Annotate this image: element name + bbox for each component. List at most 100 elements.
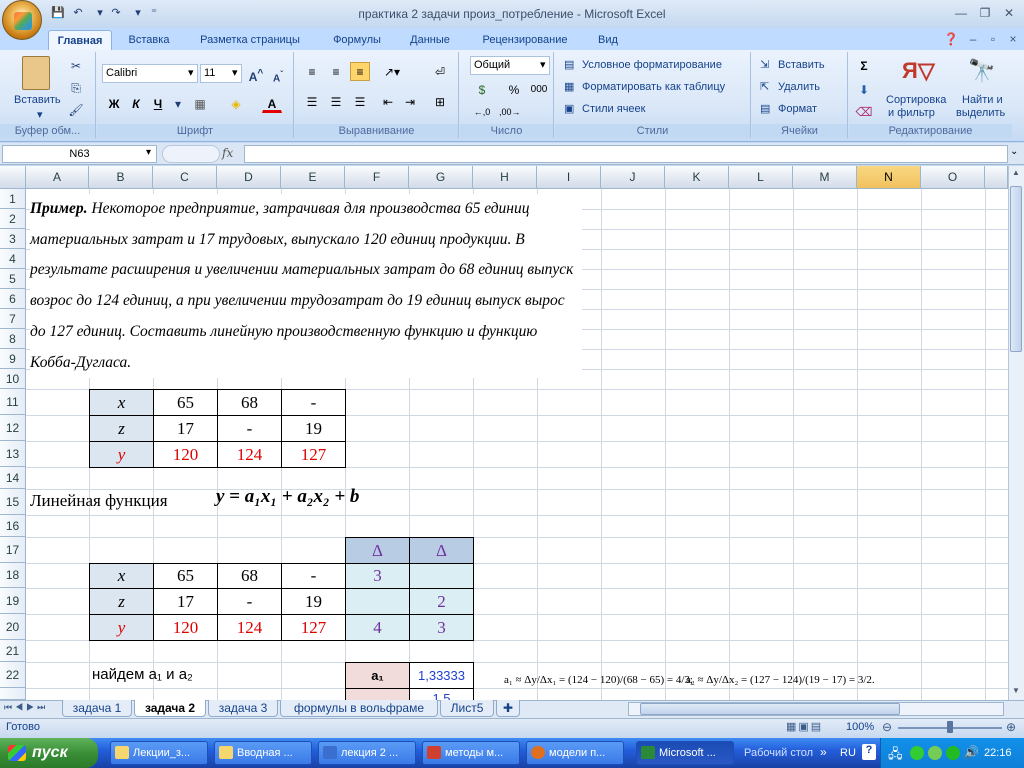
row-header[interactable]: 18: [0, 563, 26, 588]
row-header[interactable]: 7: [0, 309, 26, 329]
zoom-level[interactable]: 100%: [846, 721, 874, 733]
view-buttons-icon[interactable]: ▦▣▤: [786, 720, 823, 733]
a1-value-cell[interactable]: 1,33333: [409, 662, 474, 689]
taskbar-item[interactable]: Вводная ...: [214, 741, 312, 765]
restore-icon[interactable]: ❐: [974, 5, 996, 21]
insert-function-button[interactable]: fx: [222, 146, 233, 160]
column-header[interactable]: I: [537, 166, 601, 189]
table1-label-z[interactable]: z: [89, 415, 154, 442]
taskbar-item[interactable]: методы м...: [422, 741, 520, 765]
minimize-icon[interactable]: —: [950, 5, 972, 21]
table2-delta-cell[interactable]: [345, 588, 410, 615]
a2-value-cell[interactable]: 1,5: [409, 688, 474, 700]
delete-cells-button[interactable]: Удалить: [778, 81, 820, 93]
row-header[interactable]: 14: [0, 467, 26, 489]
scroll-up-icon[interactable]: ▲: [1009, 168, 1023, 180]
customize-qat-icon[interactable]: ⁼: [146, 6, 162, 20]
table2-delta-cell[interactable]: 4: [345, 614, 410, 641]
desktop-toolbar-label[interactable]: Рабочий стол: [744, 747, 813, 759]
table2-cell[interactable]: -: [217, 588, 282, 615]
column-header[interactable]: J: [601, 166, 665, 189]
align-middle-icon[interactable]: ≡: [326, 62, 346, 81]
column-header[interactable]: C: [153, 166, 217, 189]
close-icon[interactable]: ✕: [998, 5, 1020, 21]
autosum-button[interactable]: Σ: [854, 56, 874, 75]
name-box[interactable]: N63: [2, 145, 157, 163]
conditional-format-button[interactable]: Условное форматирование: [582, 59, 722, 71]
row-header[interactable]: 17: [0, 537, 26, 563]
align-bottom-icon[interactable]: ≡: [350, 62, 370, 81]
find-select-icon[interactable]: 🔭: [968, 58, 998, 90]
table2-label-x[interactable]: x: [89, 563, 154, 589]
insert-sheet-icon[interactable]: ✚: [496, 700, 520, 717]
table1-cell[interactable]: 19: [281, 415, 346, 442]
column-header[interactable]: H: [473, 166, 537, 189]
column-header[interactable]: F: [345, 166, 409, 189]
delta-header[interactable]: Δ: [409, 537, 474, 564]
row-header[interactable]: 6: [0, 289, 26, 309]
column-header[interactable]: E: [281, 166, 345, 189]
table2-label-y[interactable]: y: [89, 614, 154, 641]
borders-icon[interactable]: ▦: [190, 94, 210, 113]
select-all-corner[interactable]: [0, 166, 26, 189]
sheet-tab[interactable]: задача 3: [208, 700, 278, 717]
undo-icon[interactable]: ↶: [70, 6, 86, 20]
taskbar-item[interactable]: лекция 2 ...: [318, 741, 416, 765]
bold-button[interactable]: Ж: [104, 94, 124, 113]
sheet-tab[interactable]: Лист5: [440, 700, 494, 717]
cut-icon[interactable]: ✂: [66, 56, 86, 75]
table1-cell[interactable]: -: [281, 389, 346, 416]
table1-cell[interactable]: 17: [153, 415, 218, 442]
tab-insert[interactable]: Вставка: [118, 30, 180, 50]
row-header[interactable]: 11: [0, 389, 26, 415]
ribbon-close-icon[interactable]: ×: [1002, 31, 1024, 47]
increase-decimal-icon[interactable]: ←,0: [472, 102, 492, 121]
table2-cell[interactable]: 127: [281, 614, 346, 641]
column-header[interactable]: G: [409, 166, 473, 189]
clear-icon[interactable]: ⌫: [854, 102, 874, 121]
worksheet-grid[interactable]: A B C D E F G H I J K L M N O 1 2 3 4 5 …: [0, 166, 1008, 700]
row-header[interactable]: 9: [0, 349, 26, 369]
table1-cell[interactable]: 124: [217, 441, 282, 468]
column-header[interactable]: D: [217, 166, 281, 189]
table1-cell[interactable]: 127: [281, 441, 346, 468]
row-header[interactable]: 13: [0, 441, 26, 467]
column-header[interactable]: K: [665, 166, 729, 189]
tray-app-icon[interactable]: [946, 746, 960, 760]
redo-icon[interactable]: ↷: [108, 6, 124, 20]
zoom-slider-thumb[interactable]: [947, 721, 953, 733]
undo-dropdown-icon[interactable]: ▾: [92, 6, 108, 20]
name-box-dropdown-icon[interactable]: ▾: [146, 147, 151, 158]
tab-view[interactable]: Вид: [588, 30, 628, 50]
messenger-icon[interactable]: [910, 746, 924, 760]
format-cells-button[interactable]: Формат: [778, 103, 817, 115]
sheet-tab-active[interactable]: задача 2: [134, 700, 206, 717]
number-format-select[interactable]: Общий: [470, 56, 550, 75]
row-header[interactable]: 1: [0, 189, 26, 209]
sort-filter-label-1[interactable]: Сортировка: [886, 94, 946, 106]
language-indicator[interactable]: RU: [840, 747, 856, 759]
table2-delta-cell[interactable]: 3: [409, 614, 474, 641]
table2-cell[interactable]: 65: [153, 563, 218, 589]
shrink-font-icon[interactable]: Aˇ: [268, 64, 288, 84]
italic-button[interactable]: К: [126, 94, 146, 113]
align-right-icon[interactable]: ☰: [350, 92, 370, 111]
table1-label-y[interactable]: y: [89, 441, 154, 468]
table2-delta-cell[interactable]: 2: [409, 588, 474, 615]
insert-cells-button[interactable]: Вставить: [778, 59, 825, 71]
align-center-icon[interactable]: ☰: [326, 92, 346, 111]
format-as-table-button[interactable]: Форматировать как таблицу: [582, 81, 725, 93]
formula-bar-expand-icon[interactable]: ⌄: [1010, 146, 1018, 157]
tab-formulas[interactable]: Формулы: [322, 30, 392, 50]
decrease-indent-icon[interactable]: ⇤: [378, 92, 398, 111]
table1-cell[interactable]: 120: [153, 441, 218, 468]
a1-label-cell[interactable]: a₁: [345, 662, 410, 689]
tab-home[interactable]: Главная: [48, 30, 112, 50]
a2-label-cell[interactable]: [345, 688, 410, 700]
underline-dropdown-icon[interactable]: ▾: [168, 94, 188, 113]
help-icon[interactable]: ❓: [940, 31, 962, 47]
tab-review[interactable]: Рецензирование: [470, 30, 580, 50]
row-header[interactable]: 5: [0, 269, 26, 289]
table2-cell[interactable]: 19: [281, 588, 346, 615]
save-icon[interactable]: 💾: [50, 6, 66, 20]
